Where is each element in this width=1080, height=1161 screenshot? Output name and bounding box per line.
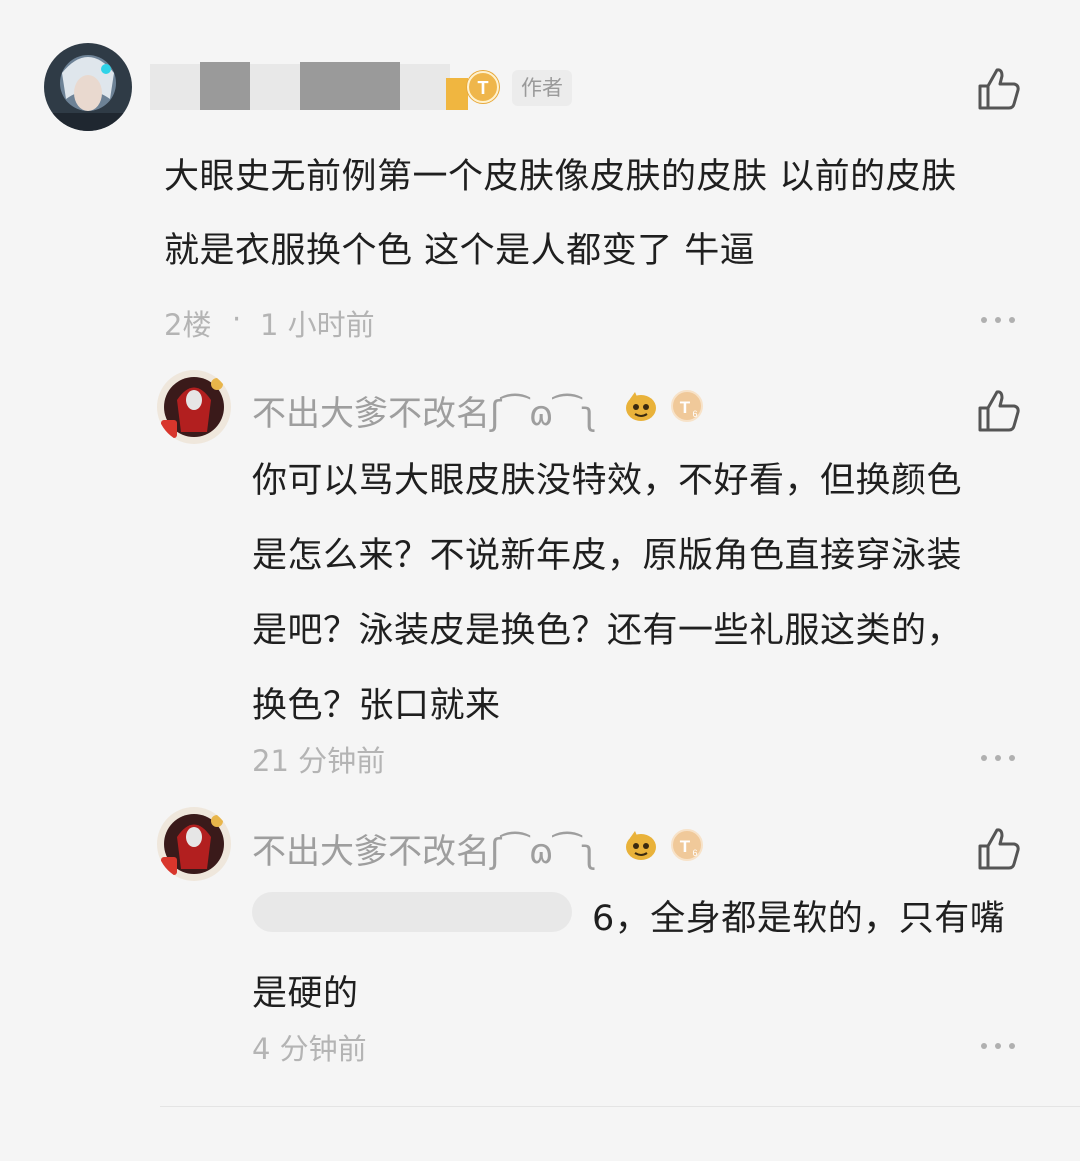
thumbs-up-icon[interactable] (976, 388, 1022, 434)
comment-thread: T 作者 大眼史无前例第一个皮肤像皮肤的皮肤 以前的皮肤 就是衣服换个色 这个是… (0, 0, 1080, 1161)
more-dots-icon[interactable] (979, 753, 1019, 763)
username[interactable]: 不出大爹不改名ʃ⁀ɷ⁀ʅ (252, 386, 597, 435)
author-tag: 作者 (512, 70, 572, 106)
more-dots-icon[interactable] (979, 1041, 1019, 1051)
emoji-badge-icon (626, 831, 656, 860)
svg-text:T: T (680, 398, 691, 417)
timestamp: 1 小时前 (260, 308, 375, 342)
level-badge-icon: T 6 (671, 390, 703, 422)
avatar[interactable] (44, 43, 132, 131)
timestamp: 4 分钟前 (252, 1032, 367, 1066)
level-badge-icon: T 6 (671, 829, 703, 861)
avatar[interactable] (157, 370, 231, 444)
svg-text:T: T (680, 837, 691, 856)
comment-text-line: 就是衣服换个色 这个是人都变了 牛逼 (164, 231, 756, 271)
meta-separator: · (232, 302, 242, 336)
reply-text-line: 是硬的 (252, 974, 359, 1014)
svg-text:T: T (478, 78, 489, 98)
more-dots-icon[interactable] (979, 315, 1019, 325)
reply-text-line: 6，全身都是软的，只有嘴 (592, 899, 1006, 939)
svg-text:6: 6 (692, 409, 697, 419)
reply-text-line: 是怎么来？不说新年皮，原版角色直接穿泳装 (252, 536, 963, 576)
timestamp: 21 分钟前 (252, 744, 386, 778)
floor-number: 2楼 (164, 308, 212, 342)
avatar[interactable] (157, 807, 231, 881)
username[interactable]: 不出大爹不改名ʃ⁀ɷ⁀ʅ (252, 824, 597, 873)
svg-text:6: 6 (692, 848, 697, 858)
level-badge-icon: T (466, 70, 500, 104)
emoji-badge-icon (626, 392, 656, 421)
comment-text-line: 大眼史无前例第一个皮肤像皮肤的皮肤 以前的皮肤 (164, 157, 957, 197)
thumbs-up-icon[interactable] (976, 826, 1022, 872)
reply-text-line: 你可以骂大眼皮肤没特效，不好看，但换颜色 (252, 461, 963, 501)
divider (160, 1106, 1080, 1107)
reply-text-line: 换色？张口就来 (252, 686, 501, 726)
reply-text-line: 是吧？泳装皮是换色？还有一些礼服这类的， (252, 611, 963, 651)
thumbs-up-icon[interactable] (976, 66, 1022, 112)
